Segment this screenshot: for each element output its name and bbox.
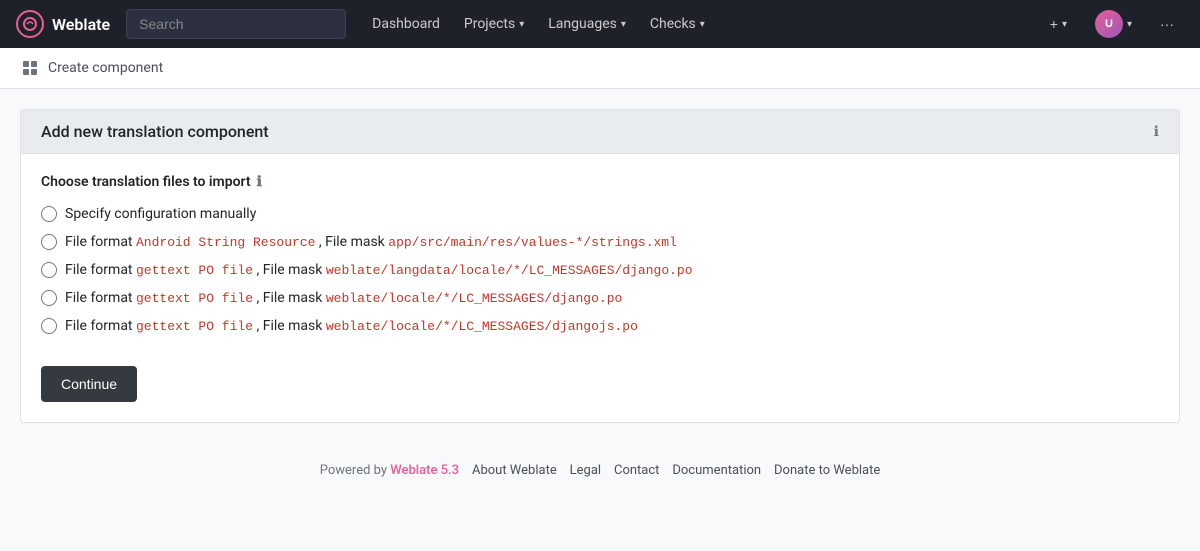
checks-chevron-icon: ▾ bbox=[700, 19, 705, 30]
label-gettext-langdata[interactable]: File format gettext PO file , File mask … bbox=[65, 262, 693, 278]
option-gettext-djangojs: File format gettext PO file , File mask … bbox=[41, 318, 1159, 334]
radio-android[interactable] bbox=[41, 234, 57, 250]
brand-icon bbox=[16, 10, 44, 38]
nav-right: + ▾ U ▾ ··· bbox=[1040, 4, 1184, 44]
main-content: Add new translation component ℹ Choose t… bbox=[0, 89, 1200, 443]
nav-checks[interactable]: Checks ▾ bbox=[640, 10, 715, 38]
avatar: U bbox=[1095, 10, 1123, 38]
section-label: Choose translation files to import ℹ bbox=[41, 174, 1159, 190]
footer-brand-link[interactable]: Weblate 5.3 bbox=[390, 463, 462, 478]
card-body: Choose translation files to import ℹ Spe… bbox=[21, 154, 1179, 422]
footer: Powered by Weblate 5.3 About Weblate Leg… bbox=[0, 443, 1200, 498]
footer-brand: Weblate 5.3 bbox=[390, 463, 459, 478]
navbar: Weblate Dashboard Projects ▾ Languages ▾… bbox=[0, 0, 1200, 48]
option-android: File format Android String Resource , Fi… bbox=[41, 234, 1159, 250]
powered-by-text: Powered by bbox=[320, 463, 387, 478]
radio-gettext-locale[interactable] bbox=[41, 290, 57, 306]
user-menu-button[interactable]: U ▾ bbox=[1085, 4, 1142, 44]
card-info-icon[interactable]: ℹ bbox=[1154, 124, 1159, 140]
option-gettext-locale: File format gettext PO file , File mask … bbox=[41, 290, 1159, 306]
projects-chevron-icon: ▾ bbox=[519, 19, 524, 30]
add-chevron-icon: ▾ bbox=[1062, 19, 1067, 30]
footer-contact-link[interactable]: Contact bbox=[614, 463, 663, 478]
footer-documentation-link[interactable]: Documentation bbox=[672, 463, 764, 478]
card-header: Add new translation component ℹ bbox=[21, 110, 1179, 154]
label-android[interactable]: File format Android String Resource , Fi… bbox=[65, 234, 677, 250]
label-gettext-djangojs[interactable]: File format gettext PO file , File mask … bbox=[65, 318, 638, 334]
add-component-card: Add new translation component ℹ Choose t… bbox=[20, 109, 1180, 423]
user-chevron-icon: ▾ bbox=[1127, 19, 1132, 30]
add-button[interactable]: + ▾ bbox=[1040, 10, 1077, 38]
more-button[interactable]: ··· bbox=[1150, 10, 1184, 38]
breadcrumb-bar: Create component bbox=[0, 48, 1200, 89]
label-manual[interactable]: Specify configuration manually bbox=[65, 206, 256, 222]
brand-name: Weblate bbox=[52, 15, 110, 34]
languages-chevron-icon: ▾ bbox=[621, 19, 626, 30]
footer-about-link[interactable]: About Weblate bbox=[472, 463, 560, 478]
label-gettext-locale[interactable]: File format gettext PO file , File mask … bbox=[65, 290, 622, 306]
nav-dashboard[interactable]: Dashboard bbox=[362, 10, 450, 38]
nav-links: Dashboard Projects ▾ Languages ▾ Checks … bbox=[362, 10, 1024, 38]
option-manual: Specify configuration manually bbox=[41, 206, 1159, 222]
brand-logo[interactable]: Weblate bbox=[16, 10, 110, 38]
nav-projects[interactable]: Projects ▾ bbox=[454, 10, 534, 38]
breadcrumb-text: Create component bbox=[48, 60, 163, 76]
radio-manual[interactable] bbox=[41, 206, 57, 222]
search-input[interactable] bbox=[126, 9, 346, 39]
radio-gettext-langdata[interactable] bbox=[41, 262, 57, 278]
continue-button[interactable]: Continue bbox=[41, 366, 137, 402]
option-gettext-langdata: File format gettext PO file , File mask … bbox=[41, 262, 1159, 278]
card-title: Add new translation component bbox=[41, 122, 269, 141]
section-info-icon[interactable]: ℹ bbox=[257, 174, 262, 190]
radio-gettext-djangojs[interactable] bbox=[41, 318, 57, 334]
nav-languages[interactable]: Languages ▾ bbox=[538, 10, 636, 38]
footer-donate-link[interactable]: Donate to Weblate bbox=[774, 463, 880, 478]
footer-legal-link[interactable]: Legal bbox=[570, 463, 605, 478]
component-icon bbox=[20, 58, 40, 78]
